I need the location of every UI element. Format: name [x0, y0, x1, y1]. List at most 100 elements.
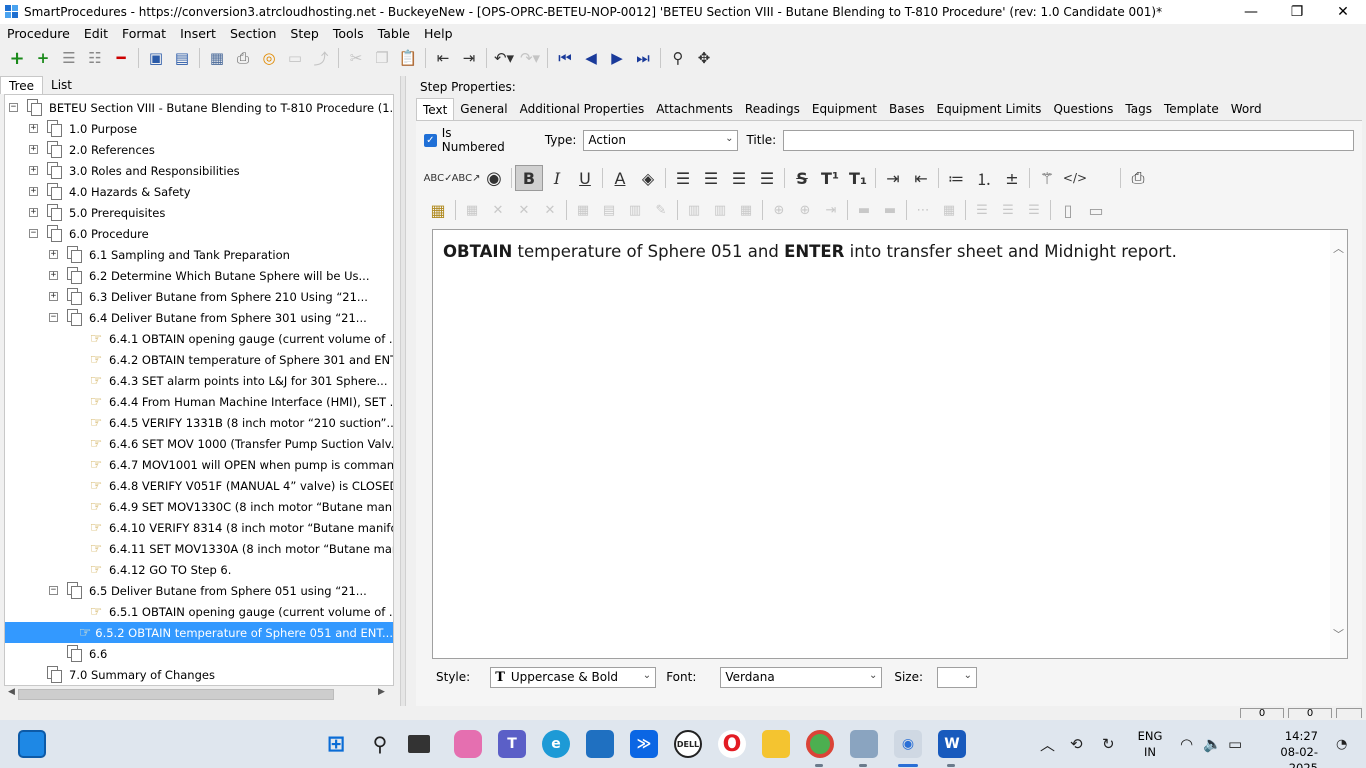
notification-icon[interactable]: ◔	[1336, 720, 1347, 768]
save-icon[interactable]: ▤	[169, 46, 195, 70]
insert-row-above-icon[interactable]: ⊕	[766, 197, 792, 223]
menu-step[interactable]: Step	[283, 26, 325, 41]
tree-step-item[interactable]: ☞ 6.4.10 VERIFY 8314 (8 inch motor “Butan…	[5, 517, 393, 538]
message-icon[interactable]: ▭	[282, 46, 308, 70]
style-icon[interactable]: ◉	[480, 165, 508, 191]
step-text-content[interactable]: OBTAIN temperature of Sphere 051 and ENT…	[443, 242, 1177, 261]
tree-step-item[interactable]: ☞ 6.4.4 From Human Machine Interface (HMI…	[5, 391, 393, 412]
tree-section-item[interactable]: 6.6	[5, 643, 107, 664]
tab-text[interactable]: Text	[416, 98, 455, 120]
indent-out-icon[interactable]: ⇤	[907, 165, 935, 191]
delete-table-icon[interactable]: ✕	[485, 197, 511, 223]
subscript-icon[interactable]: T₁	[844, 165, 872, 191]
tree-section-item[interactable]: − 6.4 Deliver Butane from Sphere 301 usin…	[5, 307, 367, 328]
tree-section-item[interactable]: +5.0 Prerequisites	[5, 202, 165, 223]
bold-icon[interactable]: B	[515, 165, 543, 191]
smartprocedures-icon[interactable]: ◉	[894, 730, 922, 758]
cell-properties-icon[interactable]: ▦	[570, 197, 596, 223]
tree-section-item[interactable]: − 6.5 Deliver Butane from Sphere 051 usin…	[5, 580, 367, 601]
expand-icon[interactable]: +	[29, 208, 38, 217]
indent-icon[interactable]: ⇥	[456, 46, 482, 70]
is-numbered-checkbox[interactable]: ✓	[424, 133, 437, 147]
scroll-down-icon[interactable]: ﹀	[1333, 626, 1344, 642]
remove-icon[interactable]: ━	[108, 46, 134, 70]
power-automate-icon[interactable]: ≫	[630, 730, 658, 758]
dell-icon[interactable]: DELL	[674, 730, 702, 758]
spell-check-auto-icon[interactable]: ABC↗	[452, 165, 481, 191]
scroll-left-icon[interactable]: ◀	[8, 687, 15, 697]
close-button[interactable]: ✕	[1320, 0, 1366, 24]
numbered-list-icon[interactable]: ⒈	[970, 165, 998, 191]
expand-icon[interactable]: +	[49, 271, 58, 280]
menu-help[interactable]: Help	[417, 26, 460, 41]
tree-step-item[interactable]: ☞ 6.4.1 OBTAIN opening gauge (current vol…	[5, 328, 393, 349]
add-child-icon[interactable]: +	[30, 46, 56, 70]
expand-horizontal-icon[interactable]: ⋯	[910, 197, 936, 223]
split-cell-icon[interactable]: ▦	[733, 197, 759, 223]
font-color-icon[interactable]: A	[606, 165, 634, 191]
horizontal-rule-icon[interactable]: ±	[998, 165, 1026, 191]
add-icon[interactable]: +	[4, 46, 30, 70]
expand-icon[interactable]: +	[29, 166, 38, 175]
horizontal-text-icon[interactable]: ▭	[1082, 197, 1110, 223]
style-select[interactable]: T Uppercase & Bold ⌄	[490, 666, 657, 688]
last-icon[interactable]: ⏭	[630, 46, 656, 70]
tree-horizontal-scrollbar[interactable]: ◀ ▶	[4, 686, 394, 703]
insert-row-below-icon[interactable]: ⊕	[792, 197, 818, 223]
menu-procedure[interactable]: Procedure	[0, 26, 77, 41]
tray-network-sync-icon[interactable]: ⟲	[1070, 720, 1083, 768]
copilot-icon[interactable]	[454, 730, 482, 758]
save-all-icon[interactable]: ▣	[143, 46, 169, 70]
list-icon[interactable]: ☰	[56, 46, 82, 70]
cut-icon[interactable]: ✂	[343, 46, 369, 70]
tree-section-item[interactable]: +6.1 Sampling and Tank Preparation	[5, 244, 290, 265]
justify-icon[interactable]: ☰	[753, 165, 781, 191]
tree-section-item[interactable]: +4.0 Hazards & Safety	[5, 181, 191, 202]
row-properties-icon[interactable]: ▤	[596, 197, 622, 223]
previous-icon[interactable]: ◀	[578, 46, 604, 70]
tree-step-item[interactable]: ☞ 6.4.3 SET alarm points into L&J for 301…	[5, 370, 388, 391]
paste-icon[interactable]: 📋	[395, 46, 421, 70]
superscript-icon[interactable]: T¹	[816, 165, 844, 191]
battery-icon[interactable]: ▭	[1228, 720, 1242, 768]
align-middle-icon[interactable]: ☰	[995, 197, 1021, 223]
undo-icon[interactable]: ↶▾	[491, 46, 517, 70]
spell-check-icon[interactable]: ABC✓	[424, 165, 453, 191]
tab-bases[interactable]: Bases	[883, 98, 930, 120]
tree-step-item[interactable]: ☞ 6.5.1 OBTAIN opening gauge (current vol…	[5, 601, 393, 622]
collapse-icon[interactable]: −	[49, 586, 58, 595]
opera-icon[interactable]: O	[718, 730, 746, 758]
store-icon[interactable]	[586, 730, 614, 758]
binoculars-icon[interactable]: ⚲	[665, 46, 691, 70]
strikethrough-icon[interactable]: S	[788, 165, 816, 191]
tab-tree[interactable]: Tree	[0, 76, 44, 94]
menu-table[interactable]: Table	[371, 26, 417, 41]
italic-icon[interactable]: I	[543, 165, 571, 191]
print-icon[interactable]: ⎙	[230, 46, 256, 70]
tab-general[interactable]: General	[454, 98, 513, 120]
windows-start-icon[interactable]: ⊞	[322, 730, 350, 758]
merge-cells-icon[interactable]: ▬	[851, 197, 877, 223]
collapse-icon[interactable]: −	[49, 313, 58, 322]
tree-section-item[interactable]: − 6.0 Procedure	[5, 223, 149, 244]
copy-icon[interactable]: ❐	[369, 46, 395, 70]
widgets-icon[interactable]	[18, 730, 46, 758]
type-select[interactable]: Action ⌄	[583, 129, 739, 151]
scroll-thumb[interactable]	[18, 689, 334, 700]
tree-step-item[interactable]: ☞ 6.4.8 VERIFY V051F (MANUAL 4” valve) is…	[5, 475, 393, 496]
tab-word[interactable]: Word	[1225, 98, 1268, 120]
insert-column-right-icon[interactable]: ▥	[707, 197, 733, 223]
minimize-button[interactable]: —	[1228, 0, 1274, 24]
wifi-icon[interactable]: ◠	[1180, 720, 1193, 768]
expand-icon[interactable]: +	[49, 292, 58, 301]
tab-attachments[interactable]: Attachments	[650, 98, 739, 120]
tree-step-item[interactable]: ☞ 6.5.2 OBTAIN temperature of Sphere 051 …	[5, 622, 393, 643]
print-preview-icon[interactable]: ⎙	[1124, 165, 1152, 191]
expand-vertical-icon[interactable]: ▦	[936, 197, 962, 223]
align-center-icon[interactable]: ☰	[697, 165, 725, 191]
tab-questions[interactable]: Questions	[1047, 98, 1119, 120]
word-icon[interactable]: W	[938, 730, 966, 758]
highlight-icon[interactable]: ◈	[634, 165, 662, 191]
menu-edit[interactable]: Edit	[77, 26, 115, 41]
tree-step-item[interactable]: ☞ 6.4.11 SET MOV1330A (8 inch motor “Buta…	[5, 538, 393, 559]
